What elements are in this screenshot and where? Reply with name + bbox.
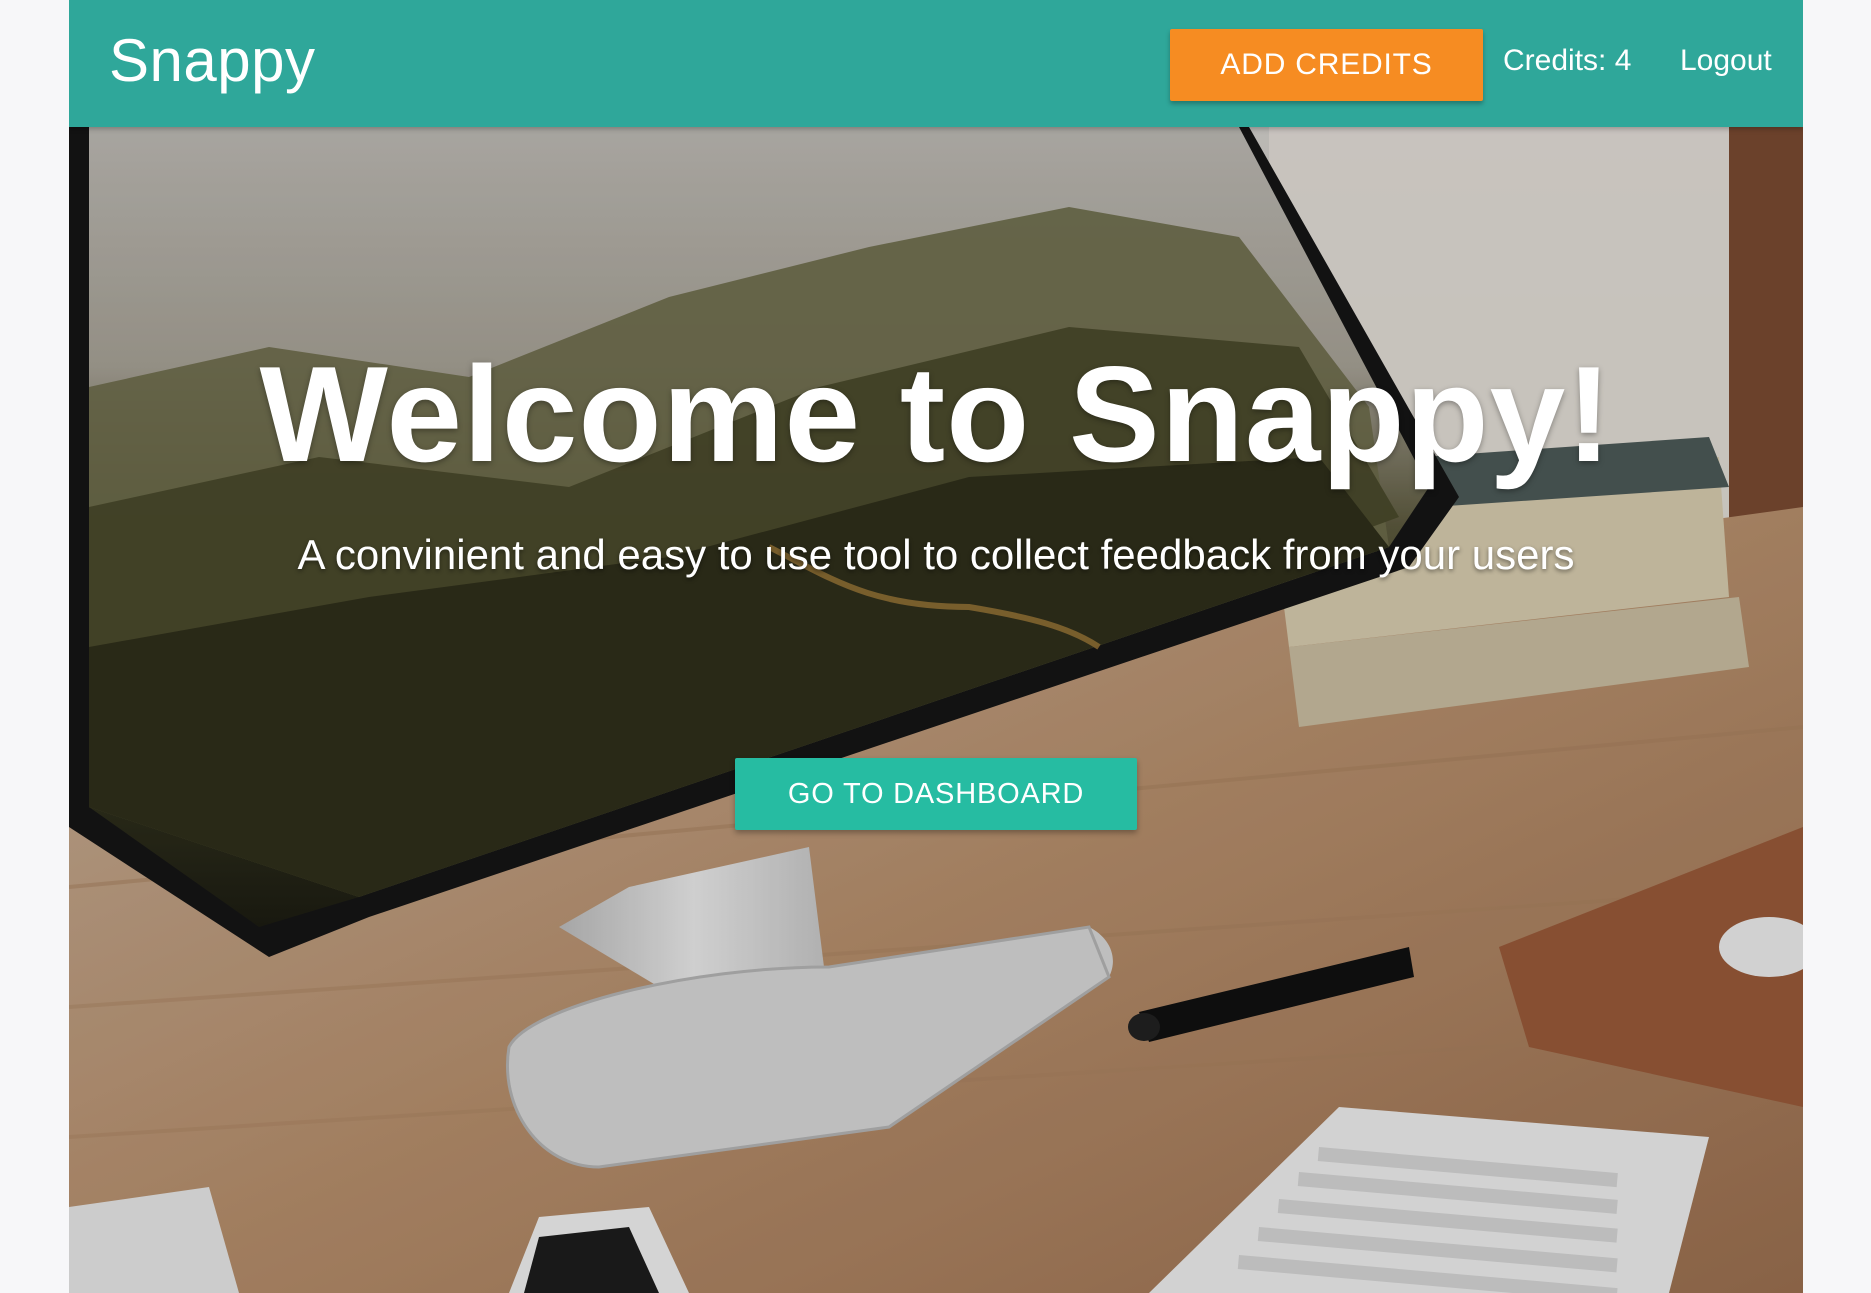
credits-count: Credits: 4 (1503, 44, 1632, 77)
navbar: Snappy ADD CREDITS Credits: 4 Logout (69, 0, 1803, 127)
hero-section: Welcome to Snappy! A convinient and easy… (69, 127, 1803, 1293)
hero-title: Welcome to Snappy! (259, 338, 1613, 490)
brand-logo[interactable]: Snappy (109, 26, 316, 95)
hero-background-image (69, 127, 1803, 1293)
app-page: Snappy ADD CREDITS Credits: 4 Logout Wel… (69, 0, 1803, 1293)
add-credits-button[interactable]: ADD CREDITS (1170, 29, 1483, 101)
go-to-dashboard-button[interactable]: GO TO DASHBOARD (735, 758, 1137, 830)
logout-link[interactable]: Logout (1680, 44, 1772, 78)
hero-subtitle: A convinient and easy to use tool to col… (297, 531, 1575, 578)
